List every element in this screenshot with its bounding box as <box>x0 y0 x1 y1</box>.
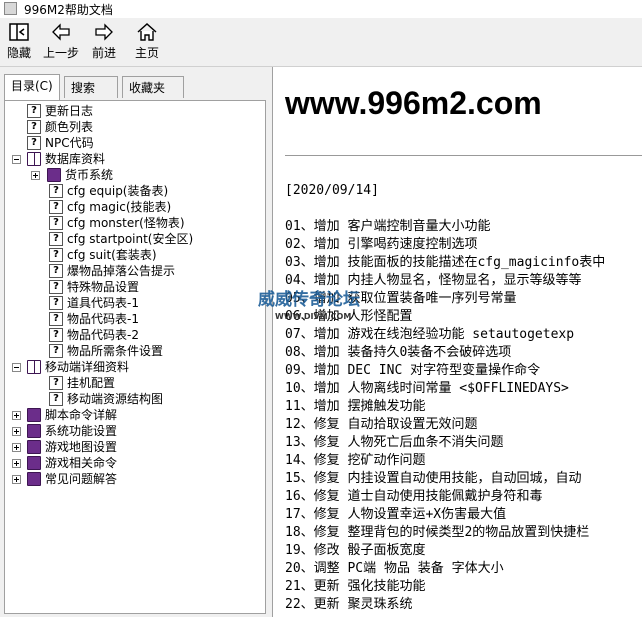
question-page-icon: ? <box>49 264 63 278</box>
update-date: [2020/09/14] <box>285 183 379 198</box>
book-closed-icon <box>27 424 41 438</box>
question-page-icon: ? <box>49 280 63 294</box>
question-page-icon: ? <box>49 184 63 198</box>
expand-icon[interactable] <box>12 475 21 484</box>
content-pane: www.996m2.com [2020/09/14] 01、增加 客户端控制音量… <box>272 67 642 617</box>
expand-icon[interactable] <box>12 459 21 468</box>
changelog-line: 11、增加 摆摊触发功能 <box>285 399 426 414</box>
question-page-icon: ? <box>27 104 41 118</box>
home-icon <box>137 22 157 41</box>
question-page-icon: ? <box>49 328 63 342</box>
tab-favorites[interactable]: 收藏夹(I) <box>122 76 184 117</box>
app-icon <box>4 2 17 15</box>
back-arrow-icon <box>52 23 70 41</box>
home-button[interactable]: 主页 <box>131 22 163 62</box>
forward-label: 前进 <box>91 46 116 60</box>
book-closed-icon <box>27 440 41 454</box>
question-page-icon: ? <box>49 376 63 390</box>
watermark-url: WWW.DIVM.COM <box>275 312 352 321</box>
book-closed-icon <box>27 456 41 470</box>
book-closed-icon <box>47 168 61 182</box>
home-label: 主页 <box>134 46 159 60</box>
hide-label: 隐藏 <box>6 46 31 60</box>
changelog-line: 13、修复 人物死亡后血条不消失问题 <box>285 435 504 450</box>
changelog-line: 10、增加 人物离线时间常量 <$OFFLINEDAYS> <box>285 381 569 396</box>
back-button[interactable]: 上一步 <box>40 22 82 62</box>
forward-arrow-icon <box>95 23 113 41</box>
changelog-line: 19、修改 骰子面板宽度 <box>285 543 426 558</box>
changelog-line: 12、修复 自动拾取设置无效问题 <box>285 417 478 432</box>
tab-search[interactable]: 搜索(S) <box>64 76 118 117</box>
expand-icon[interactable] <box>31 171 40 180</box>
question-page-icon: ? <box>27 136 41 150</box>
changelog-line: 21、更新 强化技能功能 <box>285 579 426 594</box>
expand-icon[interactable] <box>12 411 21 420</box>
question-page-icon: ? <box>49 392 63 406</box>
forward-button[interactable]: 前进 <box>88 22 120 62</box>
question-page-icon: ? <box>27 120 41 134</box>
book-open-icon <box>27 152 41 166</box>
back-label: 上一步 <box>42 46 79 60</box>
changelog-line: 08、增加 装备持久0装备不会破碎选项 <box>285 345 512 360</box>
changelog-line: 17、修复 人物设置幸运+X伤害最大值 <box>285 507 507 522</box>
toolbar: 隐藏 上一步 前进 主页 <box>0 18 642 67</box>
collapse-icon[interactable] <box>12 155 21 164</box>
hide-button[interactable]: 隐藏 <box>4 22 34 62</box>
changelog-line: 07、增加 游戏在线泡经验功能 setautogetexp <box>285 327 575 342</box>
changelog-line: 20、调整 PC端 物品 装备 字体大小 <box>285 561 504 576</box>
question-page-icon: ? <box>49 248 63 262</box>
changelog-line: 15、修复 内挂设置自动使用技能，自动回城，自动 <box>285 471 582 486</box>
question-page-icon: ? <box>49 200 63 214</box>
changelog-line: 22、更新 聚灵珠系统 <box>285 597 413 612</box>
changelog-line: 01、增加 客户端控制音量大小功能 <box>285 219 491 234</box>
book-open-icon <box>27 360 41 374</box>
book-closed-icon <box>27 408 41 422</box>
collapse-icon[interactable] <box>12 363 21 372</box>
changelog-line: 16、修复 道士自动使用技能佩戴护身符和毒 <box>285 489 543 504</box>
changelog-line: 03、增加 技能面板的技能描述在cfg_magicinfo表中 <box>285 255 606 270</box>
page-heading: www.996m2.com <box>285 85 542 121</box>
changelog-line: 18、修复 整理背包的时候类型2的物品放置到快捷栏 <box>285 525 590 540</box>
question-page-icon: ? <box>49 312 63 326</box>
navigation-pane: 目录(C) 搜索(S) 收藏夹(I) ? 更新日志 ? 颜色列表 ? NPC代码… <box>0 67 268 617</box>
changelog-line: 09、增加 DEC INC 对字符型变量操作命令 <box>285 363 541 378</box>
title-bar: 996M2帮助文档 <box>0 0 642 18</box>
question-page-icon: ? <box>49 296 63 310</box>
hide-icon <box>9 23 29 41</box>
question-page-icon: ? <box>49 232 63 246</box>
question-page-icon: ? <box>49 344 63 358</box>
contents-tree: ? 更新日志 ? 颜色列表 ? NPC代码 数据库资料 货币系统 ? cfg e… <box>4 100 266 614</box>
expand-icon[interactable] <box>12 427 21 436</box>
watermark: 威威传奇论坛 <box>258 290 360 310</box>
window-title: 996M2帮助文档 <box>24 3 113 17</box>
changelog-line: 14、修复 挖矿动作问题 <box>285 453 426 468</box>
book-closed-icon <box>27 472 41 486</box>
tab-contents[interactable]: 目录(C) <box>4 74 60 100</box>
changelog-line: 02、增加 引擎喝药速度控制选项 <box>285 237 478 252</box>
divider <box>285 155 642 156</box>
expand-icon[interactable] <box>12 443 21 452</box>
question-page-icon: ? <box>49 216 63 230</box>
